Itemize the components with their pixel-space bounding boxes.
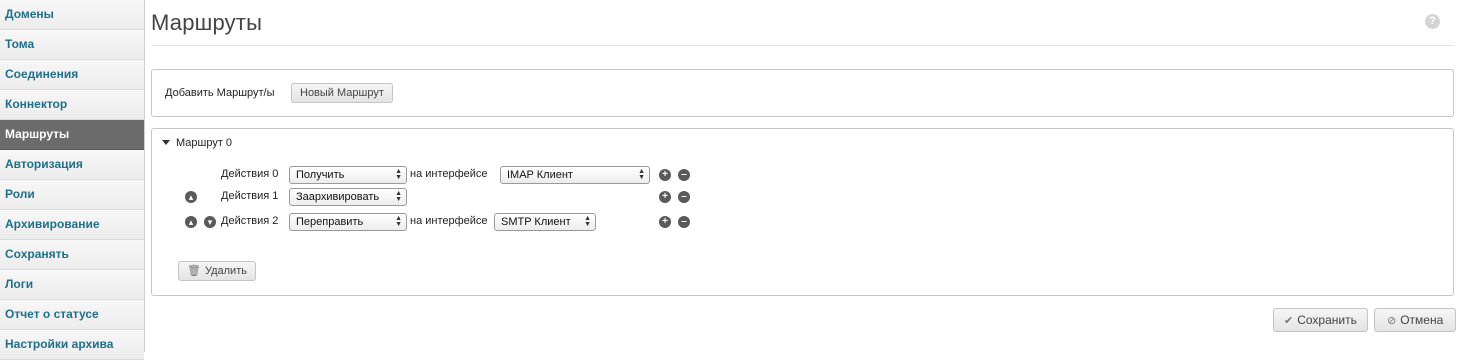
move-up-icon[interactable] [185, 216, 197, 228]
route-title: Маршрут 0 [176, 137, 233, 149]
action-label: Действия 0 [221, 168, 279, 180]
sidebar-item-connections[interactable]: Соединения [0, 60, 144, 90]
page-title: Маршруты [151, 10, 263, 35]
add-route-panel: Добавить Маршрут/ы Новый Маршрут [151, 69, 1454, 117]
select-arrows-icon: ▲ ▼ [638, 168, 645, 181]
add-action-icon[interactable] [659, 169, 671, 181]
move-up-icon[interactable] [185, 191, 197, 203]
title-divider [151, 45, 1454, 46]
sidebar-item-retention[interactable]: Сохранять [0, 240, 144, 270]
add-action-icon[interactable] [659, 191, 671, 203]
route-panel: Маршрут 0 Действия 0 Получить ▲ ▼ на инте… [151, 128, 1454, 296]
save-button[interactable]: ✔ Сохранить [1273, 308, 1368, 332]
interface-select[interactable]: SMTP Клиент ▲ ▼ [494, 213, 596, 231]
interface-select-value: IMAP Клиент [507, 169, 573, 181]
select-arrows-icon: ▲ ▼ [395, 215, 402, 228]
sidebar-item-logs[interactable]: Логи [0, 270, 144, 300]
route-header[interactable]: Маршрут 0 [162, 137, 232, 149]
delete-route-label: Удалить [204, 265, 247, 277]
interface-label: на интерфейсе [410, 215, 488, 227]
action-label: Действия 2 [221, 215, 279, 227]
delete-route-button[interactable]: 🗑 Удалить [178, 261, 256, 281]
save-label: Сохранить [1297, 313, 1357, 327]
sidebar-item-routes[interactable]: Маршруты [0, 120, 144, 150]
sidebar-item-roles[interactable]: Роли [0, 180, 144, 210]
cancel-button[interactable]: ⊘ Отмена [1374, 308, 1457, 332]
remove-action-icon[interactable] [678, 191, 690, 203]
sidebar-item-connector[interactable]: Коннектор [0, 90, 144, 120]
action-select-value: Переправить [296, 216, 364, 228]
sidebar-item-archiving[interactable]: Архивирование [0, 210, 144, 240]
interface-select[interactable]: IMAP Клиент ▲ ▼ [500, 166, 650, 184]
interface-select-value: SMTP Клиент [501, 216, 571, 228]
sidebar: Домены Тома Соединения Коннектор Маршрут… [0, 0, 145, 360]
cancel-label: Отмена [1400, 313, 1444, 327]
action-select[interactable]: Переправить ▲ ▼ [289, 213, 407, 231]
sidebar-item-status-report[interactable]: Отчет о статусе [0, 300, 144, 330]
select-arrows-icon: ▲ ▼ [584, 215, 591, 228]
remove-action-icon[interactable] [678, 216, 690, 228]
sidebar-item-domains[interactable]: Домены [0, 0, 144, 30]
sidebar-item-volumes[interactable]: Тома [0, 30, 144, 60]
cancel-icon: ⊘ [1387, 315, 1397, 327]
new-route-button[interactable]: Новый Маршрут [291, 83, 393, 103]
action-select-value: Получить [296, 169, 345, 181]
move-down-icon[interactable] [204, 216, 216, 228]
collapse-triangle-icon[interactable] [162, 140, 170, 145]
interface-label: на интерфейсе [410, 168, 488, 180]
trash-icon: 🗑 [187, 265, 201, 277]
sidebar-item-archive-settings[interactable]: Настройки архива [0, 330, 144, 360]
select-arrows-icon: ▲ ▼ [395, 190, 402, 203]
add-route-label: Добавить Маршрут/ы [165, 87, 275, 99]
select-arrows-icon: ▲ ▼ [395, 168, 402, 181]
action-select[interactable]: Заархивировать ▲ ▼ [289, 188, 407, 206]
action-select-value: Заархивировать [296, 191, 380, 203]
checkmark-icon: ✔ [1284, 315, 1294, 327]
sidebar-item-authorization[interactable]: Авторизация [0, 150, 144, 180]
action-label: Действия 1 [221, 190, 279, 202]
action-select[interactable]: Получить ▲ ▼ [289, 166, 407, 184]
remove-action-icon[interactable] [678, 169, 690, 181]
help-icon[interactable]: ? [1425, 14, 1440, 29]
add-action-icon[interactable] [659, 216, 671, 228]
